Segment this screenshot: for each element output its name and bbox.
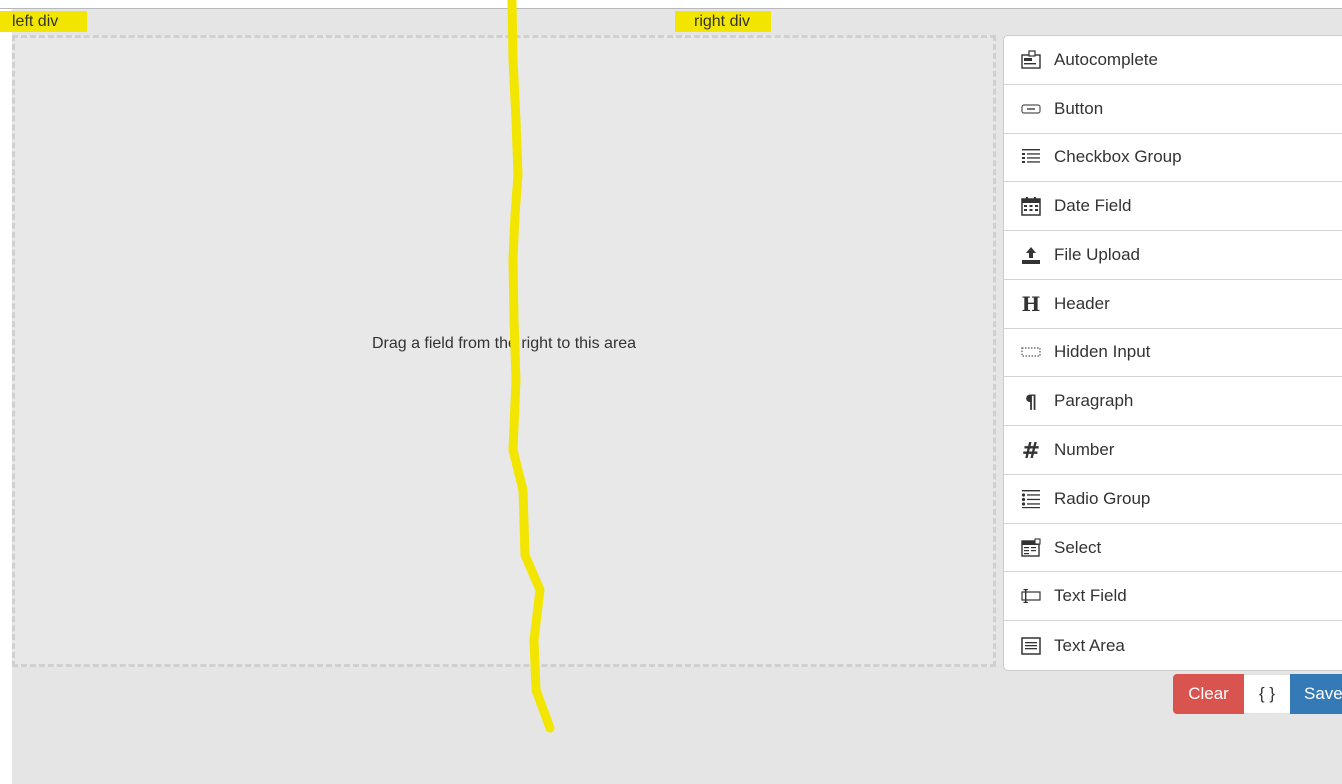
upload-icon [1020, 244, 1042, 266]
control-label: Select [1054, 537, 1102, 557]
control-checkbox-group[interactable]: Checkbox Group [1004, 134, 1342, 183]
right-div-label: right div [675, 11, 771, 32]
svg-text:H: H [1022, 294, 1041, 314]
clear-button[interactable]: Clear [1173, 674, 1244, 714]
control-paragraph[interactable]: ¶ Paragraph [1004, 377, 1342, 427]
control-label: Button [1054, 98, 1104, 118]
control-label: Text Field [1054, 586, 1127, 606]
control-header[interactable]: H Header [1004, 280, 1342, 329]
control-label: Paragraph [1054, 391, 1134, 411]
calendar-icon [1020, 195, 1042, 217]
control-autocomplete[interactable]: Autocomplete [1004, 36, 1342, 85]
control-label: File Upload [1054, 244, 1140, 264]
header-icon: H [1020, 293, 1042, 315]
left-div-label: left div [0, 11, 87, 32]
control-label: Radio Group [1054, 488, 1151, 508]
control-label: Checkbox Group [1054, 147, 1182, 167]
control-select[interactable]: Select [1004, 524, 1342, 573]
paragraph-icon: ¶ [1020, 390, 1042, 412]
form-drop-area[interactable]: Drag a field from the right to this area [12, 35, 996, 667]
control-label: Autocomplete [1054, 49, 1158, 69]
control-file-upload[interactable]: File Upload [1004, 231, 1342, 280]
control-text-field[interactable]: Text Field [1004, 572, 1342, 622]
button-icon [1020, 98, 1042, 120]
hidden-input-icon [1020, 341, 1042, 363]
control-radio-group[interactable]: Radio Group [1004, 475, 1342, 524]
svg-text:#: # [1022, 439, 1040, 461]
control-button[interactable]: Button [1004, 85, 1342, 134]
view-data-button[interactable]: { } [1244, 674, 1290, 714]
control-label: Number [1054, 440, 1115, 459]
drop-area-message: Drag a field from the right to this area [371, 335, 637, 352]
text-area-icon [1020, 635, 1042, 657]
radio-group-icon [1020, 488, 1042, 510]
control-label: Header [1054, 293, 1110, 313]
control-label: Text Area [1054, 635, 1125, 655]
field-control-list: Autocomplete Button Checkbox Group Date … [1003, 35, 1342, 671]
svg-text:¶: ¶ [1025, 391, 1037, 411]
control-hidden-input[interactable]: Hidden Input [1004, 329, 1342, 378]
save-button[interactable]: Save [1290, 674, 1342, 714]
control-label: Date Field [1054, 196, 1132, 216]
text-field-icon [1020, 585, 1042, 607]
control-date-field[interactable]: Date Field [1004, 182, 1342, 232]
form-builder-page: left div right div Drag a field from the… [0, 0, 1342, 784]
number-icon: # [1020, 439, 1042, 461]
checkbox-group-icon [1020, 146, 1042, 168]
control-number[interactable]: # Number [1004, 426, 1342, 475]
control-text-area[interactable]: Text Area [1004, 621, 1342, 670]
select-icon [1020, 537, 1042, 559]
form-actions: Clear { } Save [1173, 674, 1342, 714]
control-label: Hidden Input [1054, 342, 1151, 362]
autocomplete-icon [1020, 49, 1042, 71]
